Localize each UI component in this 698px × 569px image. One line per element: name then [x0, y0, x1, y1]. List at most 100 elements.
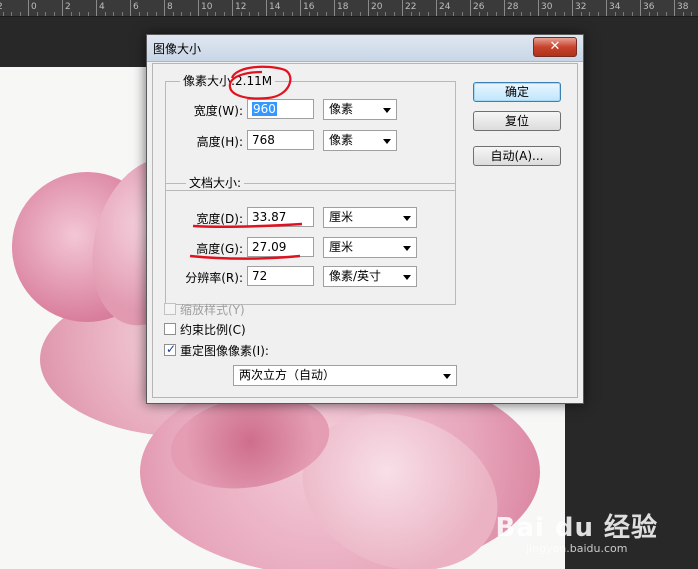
pixel-dimensions-group: 像素大小:2.11M 宽度(W): 960 像素 高度(H): 768 像素	[165, 74, 456, 191]
ruler-label: 0	[31, 2, 37, 12]
close-button[interactable]: ✕	[533, 37, 577, 57]
ruler-tick	[606, 0, 607, 16]
scale-styles-checkbox[interactable]	[164, 303, 176, 315]
ruler-tick	[674, 0, 675, 16]
baidu-watermark: Bai du 经验 jingyan.baidu.com	[496, 507, 659, 555]
ruler-minor-tick	[580, 12, 582, 16]
ruler-minor-tick	[589, 12, 590, 16]
ruler-minor-tick	[11, 12, 12, 16]
ruler-minor-tick	[529, 12, 531, 16]
pixel-width-label: 宽度(W):	[193, 104, 243, 118]
pixel-height-input[interactable]: 768	[247, 130, 314, 150]
ruler-label: 18	[337, 2, 349, 12]
ruler-tick	[28, 0, 29, 16]
resolution-unit-select[interactable]: 像素/英寸	[323, 266, 417, 287]
ruler-minor-tick	[274, 12, 276, 16]
ruler-minor-tick	[53, 12, 55, 16]
ruler-minor-tick	[121, 12, 123, 16]
ruler-minor-tick	[2, 12, 4, 16]
ruler-minor-tick	[461, 12, 463, 16]
ruler-label: 38	[677, 2, 689, 12]
ruler-minor-tick	[512, 12, 514, 16]
ruler-minor-tick	[70, 12, 72, 16]
ruler-label: 36	[643, 2, 655, 12]
ruler-minor-tick	[342, 12, 344, 16]
ruler-minor-tick	[189, 12, 191, 16]
constrain-proportions-label: 约束比例(C)	[180, 323, 246, 337]
ruler-label: 8	[167, 2, 173, 12]
ruler-minor-tick	[138, 12, 140, 16]
ruler-minor-tick	[563, 12, 565, 16]
pixel-width-input[interactable]: 960	[247, 99, 314, 119]
ruler-minor-tick	[223, 12, 225, 16]
ruler-minor-tick	[597, 12, 599, 16]
ok-button[interactable]: 确定	[473, 82, 561, 102]
chevron-down-icon	[383, 139, 391, 144]
ruler-tick	[640, 0, 641, 16]
ruler-label: 14	[269, 2, 281, 12]
doc-height-unit-select[interactable]: 厘米	[323, 237, 417, 258]
ruler-label: 26	[473, 2, 485, 12]
doc-height-label: 高度(G):	[196, 242, 243, 256]
ruler-label: 16	[303, 2, 315, 12]
ruler-minor-tick	[444, 12, 446, 16]
pixel-width-unit-select[interactable]: 像素	[323, 99, 397, 120]
ruler-label: 34	[609, 2, 621, 12]
ruler-label: 10	[201, 2, 213, 12]
horizontal-ruler: 202468101214161820222426283032343638	[0, 0, 698, 17]
doc-width-input[interactable]: 33.87	[247, 207, 314, 227]
ruler-minor-tick	[308, 12, 310, 16]
ruler-label: 24	[439, 2, 451, 12]
resample-method-select[interactable]: 两次立方（自动）	[233, 365, 457, 386]
ruler-tick	[266, 0, 267, 16]
resample-checkbox[interactable]: ✓	[164, 342, 177, 356]
ruler-minor-tick	[181, 12, 182, 16]
ruler-label: 12	[235, 2, 247, 12]
reset-button[interactable]: 复位	[473, 111, 561, 131]
ruler-label: 28	[507, 2, 519, 12]
ruler-tick	[62, 0, 63, 16]
constrain-proportions-checkbox[interactable]	[164, 323, 176, 335]
ruler-tick	[504, 0, 505, 16]
watermark-brand: Bai du 经验	[495, 513, 658, 543]
ruler-minor-tick	[155, 12, 157, 16]
ruler-minor-tick	[317, 12, 318, 16]
ruler-minor-tick	[410, 12, 412, 16]
ruler-minor-tick	[614, 12, 616, 16]
doc-width-unit-select[interactable]: 厘米	[323, 207, 417, 228]
ruler-minor-tick	[19, 12, 21, 16]
ruler-label: 6	[133, 2, 139, 12]
ruler-tick	[300, 0, 301, 16]
ruler-minor-tick	[359, 12, 361, 16]
scale-styles-label: 缩放样式(Y)	[180, 303, 245, 317]
ruler-minor-tick	[249, 12, 250, 16]
dialog-body: 像素大小:2.11M 宽度(W): 960 像素 高度(H): 768 像素 文…	[152, 63, 578, 398]
document-size-group: 文档大小: 宽度(D): 33.87 厘米 高度(G): 27.09 厘米 分辨…	[165, 176, 456, 305]
document-size-label: 文档大小:	[186, 176, 245, 190]
dialog-titlebar[interactable]: 图像大小 ✕	[147, 35, 583, 62]
ruler-minor-tick	[376, 12, 378, 16]
ruler-minor-tick	[240, 12, 242, 16]
ruler-minor-tick	[623, 12, 624, 16]
auto-button[interactable]: 自动(A)...	[473, 146, 561, 166]
ruler-tick	[572, 0, 573, 16]
ruler-minor-tick	[215, 12, 216, 16]
ruler-label: 2	[0, 2, 3, 12]
doc-height-input[interactable]: 27.09	[247, 237, 314, 257]
ruler-minor-tick	[113, 12, 114, 16]
chevron-down-icon	[443, 374, 451, 379]
image-size-dialog: 图像大小 ✕ 像素大小:2.11M 宽度(W): 960 像素 高度(H): 7…	[146, 34, 584, 404]
pixel-dimensions-label: 像素大小:2.11M	[180, 74, 276, 88]
checkmark-icon: ✓	[166, 342, 177, 356]
ruler-minor-tick	[172, 12, 174, 16]
dialog-title: 图像大小	[153, 42, 202, 56]
pixel-height-unit-select[interactable]: 像素	[323, 130, 397, 151]
resolution-input[interactable]: 72	[247, 266, 314, 286]
ruler-minor-tick	[495, 12, 497, 16]
ruler-tick	[164, 0, 165, 16]
doc-width-label: 宽度(D):	[196, 212, 243, 226]
ruler-minor-tick	[393, 12, 395, 16]
ruler-minor-tick	[546, 12, 548, 16]
ruler-minor-tick	[691, 12, 692, 16]
ruler-minor-tick	[87, 12, 89, 16]
